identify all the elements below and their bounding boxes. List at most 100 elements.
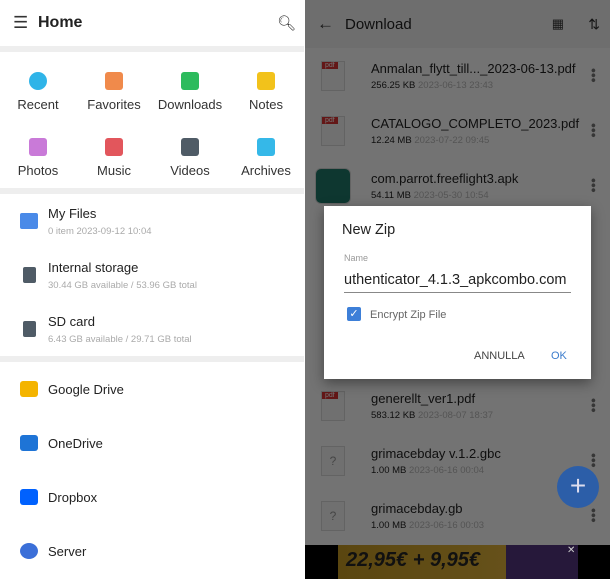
ok-button[interactable]: OK bbox=[551, 350, 567, 362]
file-size: 12.24 MB bbox=[371, 134, 412, 146]
page-title: Home bbox=[38, 14, 83, 31]
file-name: CATALOGO_COMPLETO_2023.pdf bbox=[371, 115, 580, 131]
pdf-file-icon bbox=[321, 390, 345, 421]
search-icon[interactable]: 🔍︎ bbox=[277, 14, 296, 32]
download-icon bbox=[181, 72, 199, 90]
ad-text[interactable]: 22,95€ + 9,95€ bbox=[338, 545, 578, 579]
dropbox-icon bbox=[20, 489, 38, 505]
file-item[interactable]: generellt_ver1.pdf 583.12 KB 2023-08-07 1… bbox=[305, 378, 610, 433]
quick-photos[interactable]: Photos bbox=[0, 128, 76, 194]
storage-name: Internal storage bbox=[48, 259, 139, 275]
pdf-file-icon bbox=[321, 60, 345, 91]
file-meta: 1.00 MB 2023-06-16 00:04 bbox=[371, 465, 501, 476]
storage-item[interactable]: SD card 6.43 GB available / 29.71 GB tota… bbox=[0, 302, 304, 356]
unknown-file-icon: ? bbox=[321, 500, 345, 531]
quick-music[interactable]: Music bbox=[76, 128, 152, 194]
file-date: 2023-06-16 00:03 bbox=[409, 519, 485, 531]
storage-detail: 6.43 GB available / 29.71 GB total bbox=[48, 333, 192, 345]
unknown-file-icon: ? bbox=[321, 445, 345, 476]
storage-detail: 0 item 2023-09-12 10:04 bbox=[48, 225, 152, 237]
home-panel: ☰ Home 🔍︎ Recent Favorites Downloads Notes P… bbox=[0, 0, 304, 579]
cloud-name: Dropbox bbox=[48, 489, 98, 505]
more-options-icon[interactable]: ••• bbox=[586, 453, 602, 468]
storage-detail: 30.44 GB available / 53.96 GB total bbox=[48, 279, 197, 291]
cloud-item[interactable]: Google Drive bbox=[0, 362, 304, 416]
file-item[interactable]: Anmalan_flytt_till..._2023-06-13.pdf 256.… bbox=[305, 48, 610, 103]
sort-icon[interactable]: ⇅ bbox=[588, 16, 600, 33]
file-list: Anmalan_flytt_till..._2023-06-13.pdf 256.… bbox=[305, 48, 610, 213]
download-header: ← Download ▦ ⇅ bbox=[305, 0, 610, 48]
video-icon bbox=[181, 138, 199, 156]
quick-notes[interactable]: Notes bbox=[228, 62, 304, 128]
storage-text: Internal storage 30.44 GB available / 53.… bbox=[48, 260, 197, 291]
quick-label: Videos bbox=[170, 163, 210, 178]
file-meta: 583.12 KB 2023-08-07 18:37 bbox=[371, 410, 493, 421]
file-name: grimacebday v.1.2.gbc bbox=[371, 445, 501, 461]
cloud-item[interactable]: Server bbox=[0, 524, 304, 578]
storage-name: My Files bbox=[48, 205, 97, 221]
google-drive-icon bbox=[20, 381, 38, 397]
more-options-icon[interactable]: ••• bbox=[586, 398, 602, 413]
file-date: 2023-06-16 00:04 bbox=[409, 464, 485, 476]
file-item[interactable]: CATALOGO_COMPLETO_2023.pdf 12.24 MB 2023-… bbox=[305, 103, 610, 158]
grid-view-icon[interactable]: ▦ bbox=[552, 16, 564, 32]
cloud-item[interactable]: OneDrive bbox=[0, 416, 304, 470]
onedrive-icon bbox=[20, 435, 38, 451]
pencil-icon bbox=[257, 72, 275, 90]
clock-icon bbox=[29, 72, 47, 90]
file-date: 2023-05-30 10:54 bbox=[413, 189, 489, 201]
quick-archives[interactable]: Archives bbox=[228, 128, 304, 194]
file-item[interactable]: com.parrot.freeflight3.apk 54.11 MB 2023-… bbox=[305, 158, 610, 213]
file-name: grimacebday.gb bbox=[371, 500, 463, 516]
add-fab-button[interactable]: + bbox=[557, 466, 599, 508]
file-text: Anmalan_flytt_till..._2023-06-13.pdf 256.… bbox=[371, 61, 576, 91]
quick-access-grid: Recent Favorites Downloads Notes Photos Music… bbox=[0, 52, 304, 188]
cancel-button[interactable]: ANNULLA bbox=[474, 350, 525, 362]
cloud-name: Google Drive bbox=[48, 381, 124, 397]
quick-label: Photos bbox=[17, 163, 59, 178]
server-icon bbox=[20, 543, 38, 559]
close-ad-icon[interactable]: ✕ bbox=[567, 545, 575, 556]
cloud-name: Server bbox=[48, 543, 87, 559]
home-header: ☰ Home 🔍︎ bbox=[0, 0, 304, 46]
storage-item[interactable]: My Files 0 item 2023-09-12 10:04 bbox=[0, 194, 304, 248]
file-name: generellt_ver1.pdf bbox=[371, 390, 476, 406]
file-size: 1.00 MB bbox=[371, 519, 407, 531]
storage-text: SD card 6.43 GB available / 29.71 GB tota… bbox=[48, 314, 192, 345]
apk-file-icon bbox=[315, 167, 351, 204]
storage-item[interactable]: Internal storage 30.44 GB available / 53.… bbox=[0, 248, 304, 302]
more-options-icon[interactable]: ••• bbox=[586, 68, 602, 83]
archive-icon bbox=[257, 138, 275, 156]
back-arrow-icon[interactable]: ← bbox=[317, 14, 334, 34]
quick-recent[interactable]: Recent bbox=[0, 62, 76, 128]
photo-icon bbox=[29, 138, 47, 156]
file-meta: 12.24 MB 2023-07-22 09:45 bbox=[371, 135, 579, 146]
folder-icon bbox=[20, 213, 38, 229]
quick-downloads[interactable]: Downloads bbox=[152, 62, 228, 128]
dialog-title: New Zip bbox=[342, 222, 396, 238]
storage-list: My Files 0 item 2023-09-12 10:04 Internal … bbox=[0, 194, 304, 356]
quick-videos[interactable]: Videos bbox=[152, 128, 228, 194]
quick-favorites[interactable]: Favorites bbox=[76, 62, 152, 128]
more-options-icon[interactable]: ••• bbox=[586, 508, 602, 523]
encrypt-label[interactable]: Encrypt Zip File bbox=[370, 309, 446, 321]
quick-label: Favorites bbox=[87, 97, 141, 112]
file-date: 2023-06-13 23:43 bbox=[418, 79, 494, 91]
storage-name: SD card bbox=[48, 313, 95, 329]
file-size: 54.11 MB bbox=[371, 189, 411, 201]
file-text: grimacebday v.1.2.gbc 1.00 MB 2023-06-16 … bbox=[371, 446, 501, 476]
sd-card-icon bbox=[23, 267, 36, 283]
quick-label: Downloads bbox=[157, 97, 223, 112]
cloud-name: OneDrive bbox=[48, 435, 103, 451]
cloud-item[interactable]: Dropbox bbox=[0, 470, 304, 524]
menu-icon[interactable]: ☰ bbox=[13, 13, 28, 33]
file-text: generellt_ver1.pdf 583.12 KB 2023-08-07 1… bbox=[371, 391, 493, 421]
more-options-icon[interactable]: ••• bbox=[586, 178, 602, 193]
encrypt-checkbox[interactable]: ✓ bbox=[347, 307, 361, 321]
file-size: 256.25 KB bbox=[371, 79, 416, 91]
more-options-icon[interactable]: ••• bbox=[586, 123, 602, 138]
ad-banner[interactable]: 22,95€ + 9,95€ ✕ bbox=[305, 545, 610, 579]
file-meta: 1.00 MB 2023-06-16 00:03 bbox=[371, 520, 484, 531]
name-input[interactable] bbox=[344, 268, 571, 293]
quick-label: Archives bbox=[241, 163, 291, 178]
